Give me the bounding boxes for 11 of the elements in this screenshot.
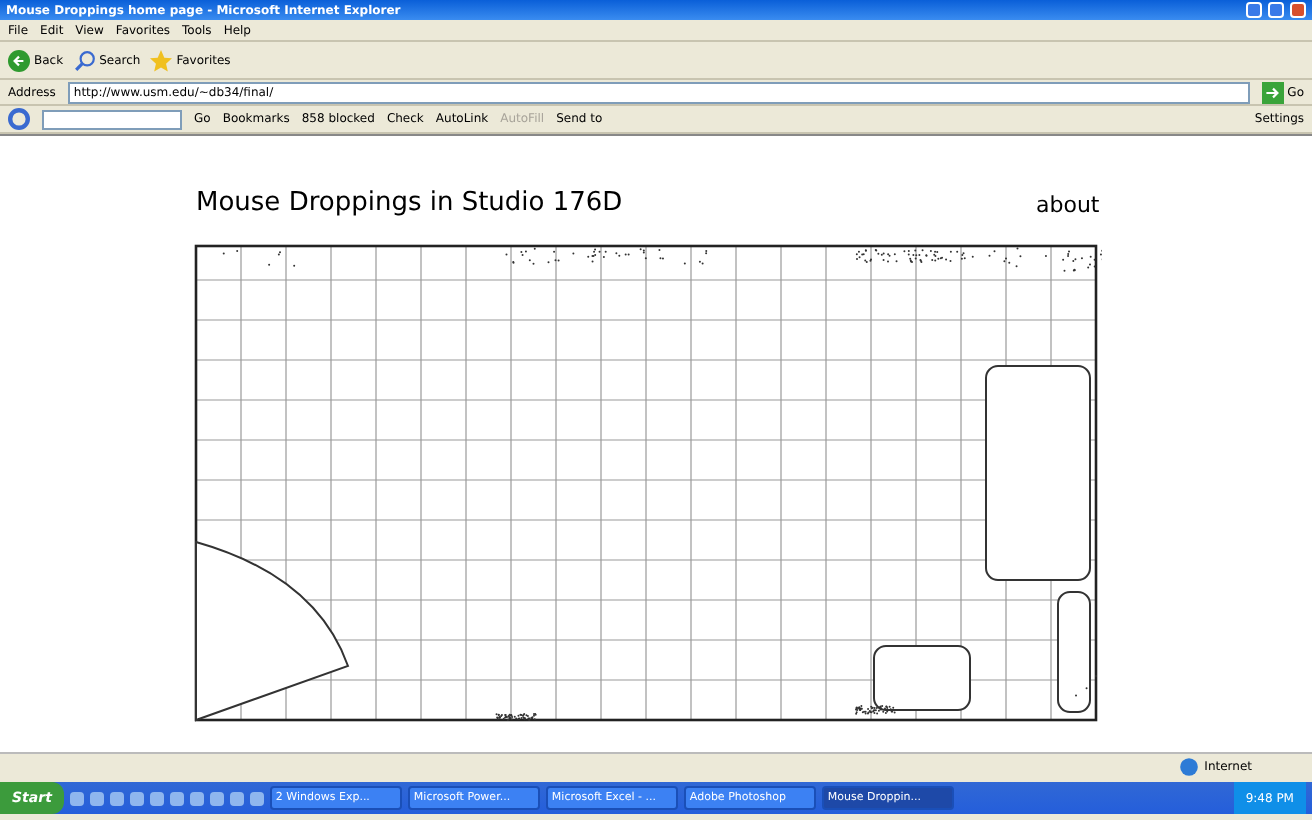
maximize-button[interactable] [1268,2,1284,18]
page-title: Mouse Droppings in Studio 176D [196,188,623,218]
globe-icon [1178,755,1201,777]
star-icon [150,49,173,71]
about-link[interactable]: about [1036,192,1100,218]
close-button[interactable] [1290,2,1306,18]
search-icon [73,49,96,71]
search-field[interactable] [42,109,182,129]
minimize-button[interactable] [1246,2,1262,18]
logo-icon [8,108,30,130]
back-arrow-icon [8,49,30,71]
